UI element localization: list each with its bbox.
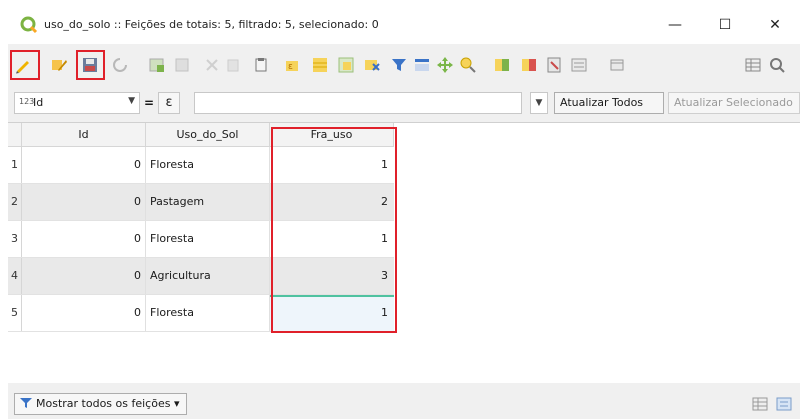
conditional-format-icon[interactable] xyxy=(570,56,588,74)
dock-icon[interactable] xyxy=(608,56,626,74)
chevron-down-icon: ▾ xyxy=(170,397,180,410)
save-highlight xyxy=(76,50,105,80)
reload-icon[interactable] xyxy=(111,56,129,74)
new-field-icon[interactable] xyxy=(493,56,511,74)
form-view-toggle-icon[interactable] xyxy=(776,396,792,412)
minimize-button[interactable]: — xyxy=(662,14,688,36)
form-view-icon[interactable] xyxy=(768,56,786,74)
cell-id[interactable]: 0 xyxy=(22,184,146,220)
row-number[interactable]: 4 xyxy=(8,258,22,294)
row-number[interactable]: 3 xyxy=(8,221,22,257)
copy-icon[interactable] xyxy=(224,56,242,74)
show-all-features-button[interactable]: Mostrar todos os feições ▾ xyxy=(14,393,187,415)
cell-id[interactable]: 0 xyxy=(22,258,146,294)
select-all-icon[interactable] xyxy=(311,56,329,74)
deselect-icon[interactable] xyxy=(363,56,381,74)
field-select[interactable]: 123 Id ▼ xyxy=(14,92,140,114)
table-view-toggle-icon[interactable] xyxy=(752,396,768,412)
table-view-icon[interactable] xyxy=(744,56,762,74)
multi-edit-icon[interactable] xyxy=(50,56,68,74)
fra-column-highlight xyxy=(271,127,397,333)
field-type-label: 123 xyxy=(19,97,35,106)
cell-uso[interactable]: Floresta xyxy=(146,147,270,183)
cell-uso[interactable]: Floresta xyxy=(146,295,270,331)
expression-icon: ε xyxy=(165,95,173,110)
expression-dropdown[interactable]: ▼ xyxy=(530,92,548,114)
cell-uso[interactable]: Agricultura xyxy=(146,258,270,294)
cell-id[interactable]: 0 xyxy=(22,295,146,331)
delete-feature-icon[interactable] xyxy=(173,56,191,74)
update-all-button[interactable]: Atualizar Todos xyxy=(554,92,664,114)
filter-selected-icon[interactable] xyxy=(390,56,408,74)
update-selected-button[interactable]: Atualizar Selecionado xyxy=(668,92,800,114)
expression-input[interactable] xyxy=(194,92,522,114)
delete-field-icon[interactable] xyxy=(520,56,538,74)
column-header-id[interactable]: Id xyxy=(22,123,146,147)
cell-id[interactable]: 0 xyxy=(22,147,146,183)
zoom-icon[interactable] xyxy=(459,56,477,74)
attribute-toolbar: ε xyxy=(8,46,800,84)
paste-icon[interactable] xyxy=(252,56,270,74)
attribute-table: Id Uso_do_Sol Fra_uso 1 0 Floresta 1 2 0… xyxy=(8,122,800,383)
chevron-down-icon: ▼ xyxy=(128,96,135,106)
row-number[interactable]: 1 xyxy=(8,147,22,183)
cell-uso[interactable]: Pastagem xyxy=(146,184,270,220)
svg-text:ε: ε xyxy=(288,62,293,72)
select-expression-icon[interactable]: ε xyxy=(284,56,302,74)
column-header-uso[interactable]: Uso_do_Sol xyxy=(146,123,270,147)
status-bar: Mostrar todos os feições ▾ xyxy=(8,388,800,419)
add-feature-icon[interactable] xyxy=(148,56,166,74)
attribute-table-window: uso_do_solo :: Feições de totais: 5, fil… xyxy=(8,6,800,419)
corner-header[interactable] xyxy=(8,123,22,147)
invert-selection-icon[interactable] xyxy=(337,56,355,74)
expression-button[interactable]: ε xyxy=(158,92,180,114)
operator-label: = xyxy=(143,96,155,110)
filter-icon xyxy=(20,398,32,408)
cell-id[interactable]: 0 xyxy=(22,221,146,257)
field-update-bar: 123 Id ▼ = ε ▼ Atualizar Todos Atualizar… xyxy=(8,88,800,118)
chevron-down-icon: ▼ xyxy=(535,98,543,108)
edit-toggle-highlight xyxy=(10,50,40,80)
field-name: Id xyxy=(33,96,44,109)
maximize-button[interactable]: ☐ xyxy=(712,14,738,36)
row-number[interactable]: 5 xyxy=(8,295,22,331)
pan-icon[interactable] xyxy=(436,56,454,74)
cell-uso[interactable]: Floresta xyxy=(146,221,270,257)
row-number[interactable]: 2 xyxy=(8,184,22,220)
title-bar: uso_do_solo :: Feições de totais: 5, fil… xyxy=(8,6,800,44)
cut-icon[interactable] xyxy=(203,56,221,74)
field-calculator-icon[interactable] xyxy=(545,56,563,74)
move-top-icon[interactable] xyxy=(413,56,431,74)
show-all-label: Mostrar todos os feições xyxy=(36,397,171,410)
window-title: uso_do_solo :: Feições de totais: 5, fil… xyxy=(44,18,379,31)
qgis-icon xyxy=(20,16,38,34)
close-button[interactable]: ✕ xyxy=(762,14,788,36)
